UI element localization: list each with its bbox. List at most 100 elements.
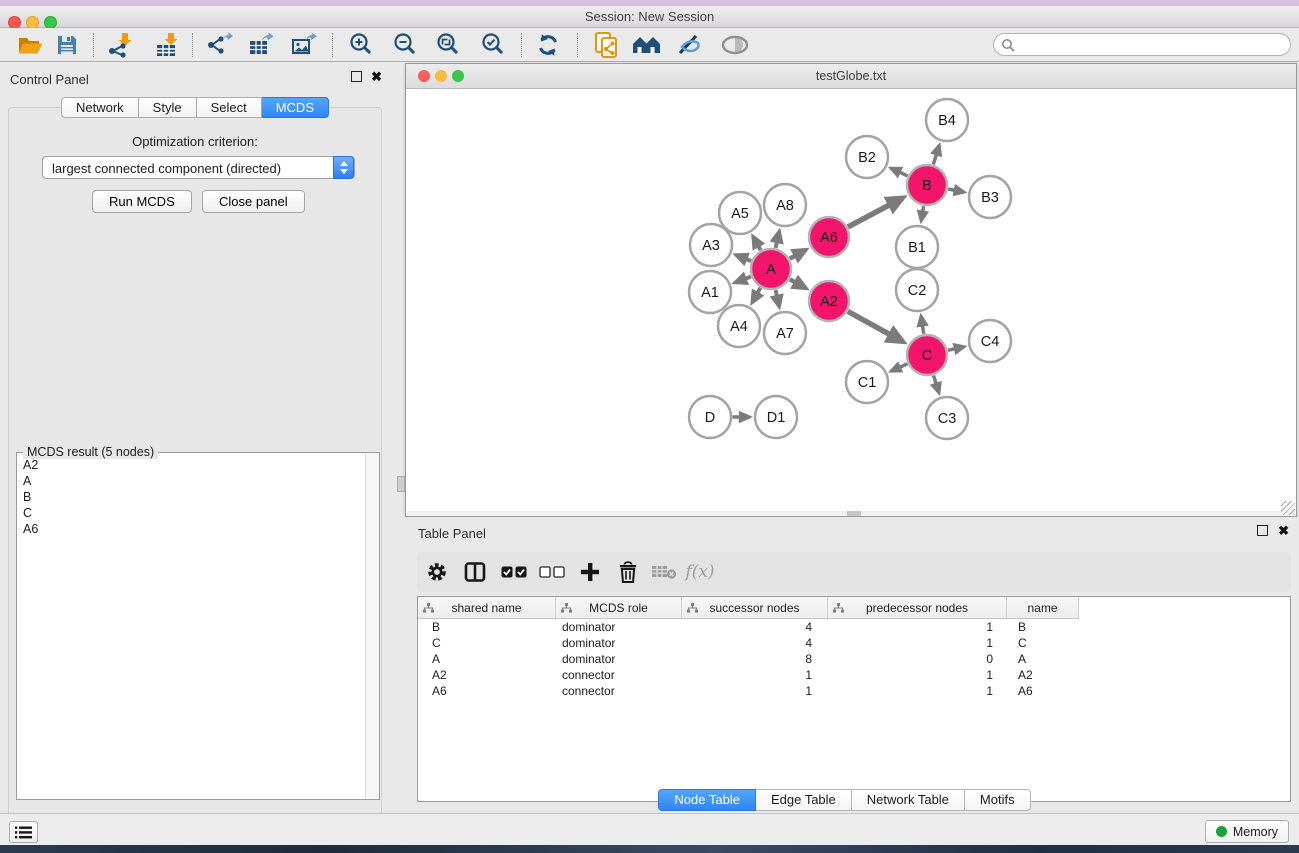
graph-edge-A-A1[interactable]: [735, 277, 751, 283]
graph-node-B2[interactable]: B2: [846, 136, 888, 178]
table-row[interactable]: A2connector11A2: [418, 668, 1290, 684]
table-cell[interactable]: A2: [1005, 668, 1077, 684]
table-cell[interactable]: C: [418, 636, 555, 652]
graph-node-C1[interactable]: C1: [846, 361, 888, 403]
graph-node-A1[interactable]: A1: [689, 271, 731, 313]
graph-edge-B-B4[interactable]: [933, 145, 939, 164]
table-cell[interactable]: A6: [418, 684, 555, 700]
open-file-icon[interactable]: [13, 31, 47, 59]
table-cell[interactable]: B: [418, 620, 555, 636]
table-cell[interactable]: connector: [555, 684, 680, 700]
network-vertical-scroll-thumb[interactable]: [397, 476, 405, 492]
tab-mcds[interactable]: MCDS: [262, 97, 329, 118]
result-item[interactable]: C: [17, 505, 361, 521]
column-header-shared-name[interactable]: shared name: [418, 597, 556, 619]
zoom-selected-icon[interactable]: [476, 31, 510, 59]
close-panel-button[interactable]: Close panel: [202, 190, 305, 213]
new-network-from-selection-icon[interactable]: [590, 31, 624, 59]
delete-column-icon[interactable]: [613, 558, 643, 586]
mcds-result-list[interactable]: A2ABCA6: [17, 457, 361, 795]
network-horizontal-scrollbar[interactable]: [407, 511, 1295, 516]
graph-node-A3[interactable]: A3: [690, 224, 732, 266]
graph-node-B4[interactable]: B4: [926, 99, 968, 141]
graph-node-A5[interactable]: A5: [719, 192, 761, 234]
graph-node-A8[interactable]: A8: [764, 184, 806, 226]
graph-edge-A-A2[interactable]: [790, 279, 806, 288]
graph-edge-C-C1[interactable]: [891, 364, 907, 371]
export-image-icon[interactable]: [287, 31, 321, 59]
table-cell[interactable]: 1: [826, 668, 1005, 684]
result-item[interactable]: A: [17, 473, 361, 489]
add-column-icon[interactable]: [575, 558, 605, 586]
table-cell[interactable]: 1: [826, 636, 1005, 652]
zoom-in-icon[interactable]: [344, 31, 378, 59]
window-resize-grip[interactable]: [1281, 501, 1295, 515]
graph-node-D[interactable]: D: [689, 396, 731, 438]
tab-node-table[interactable]: Node Table: [658, 789, 756, 811]
graph-node-A4[interactable]: A4: [718, 305, 760, 347]
zoom-out-icon[interactable]: [388, 31, 422, 59]
tab-edge-table[interactable]: Edge Table: [756, 789, 852, 811]
graph-edge-A-A3[interactable]: [736, 255, 751, 261]
tab-select[interactable]: Select: [197, 97, 262, 118]
first-neighbors-icon[interactable]: [630, 31, 664, 59]
graph-edge-B-B1[interactable]: [921, 206, 923, 221]
tab-motifs[interactable]: Motifs: [965, 789, 1031, 811]
zoom-fit-icon[interactable]: [431, 31, 465, 59]
graph-edge-A-A4[interactable]: [752, 288, 760, 303]
column-header-name[interactable]: name: [1007, 597, 1079, 619]
graph-node-B3[interactable]: B3: [969, 176, 1011, 218]
table-cell[interactable]: B: [1005, 620, 1077, 636]
column-header-predecessor-nodes[interactable]: predecessor nodes: [828, 597, 1007, 619]
graph-edge-B-B2[interactable]: [891, 168, 908, 176]
select-all-checkboxes-icon[interactable]: [499, 558, 529, 586]
import-network-icon[interactable]: [103, 31, 137, 59]
table-row[interactable]: A6connector11A6: [418, 684, 1290, 700]
graph-edge-C-C3[interactable]: [934, 375, 939, 392]
graph-node-C[interactable]: C: [907, 335, 947, 375]
tab-network[interactable]: Network: [61, 97, 139, 118]
table-cell[interactable]: 0: [826, 652, 1005, 668]
graph-edge-C-C2[interactable]: [921, 316, 924, 334]
table-row[interactable]: Bdominator41B: [418, 620, 1290, 636]
table-cell[interactable]: A: [1005, 652, 1077, 668]
task-history-button[interactable]: [9, 821, 38, 843]
result-item[interactable]: A6: [17, 521, 361, 537]
result-scrollbar[interactable]: [365, 453, 379, 799]
close-table-panel-icon[interactable]: ✖: [1278, 525, 1289, 536]
float-table-panel-icon[interactable]: [1257, 525, 1268, 536]
table-cell[interactable]: 4: [680, 636, 826, 652]
graph-edge-A2-C[interactable]: [848, 311, 903, 341]
graph-edge-A-A6[interactable]: [790, 250, 806, 259]
refresh-icon[interactable]: [531, 31, 565, 59]
export-network-icon[interactable]: [202, 31, 236, 59]
table-cell[interactable]: dominator: [555, 620, 680, 636]
export-table-icon[interactable]: [244, 31, 278, 59]
graph-node-C3[interactable]: C3: [926, 397, 968, 439]
graph-node-A6[interactable]: A6: [809, 217, 849, 257]
table-cell[interactable]: 1: [826, 684, 1005, 700]
column-layout-icon[interactable]: [460, 558, 490, 586]
hide-selected-icon[interactable]: [673, 31, 707, 59]
network-canvas[interactable]: B4B2BB3B1A5A8A6A3AA1C2A4A7A2C4CC1C3DD1: [406, 89, 1296, 516]
graph-edge-C-C4[interactable]: [948, 347, 964, 351]
network-window-titlebar[interactable]: testGlobe.txt: [406, 64, 1296, 89]
node-table[interactable]: shared nameMCDS rolesuccessor nodesprede…: [417, 596, 1291, 802]
table-cell[interactable]: A2: [418, 668, 555, 684]
graph-node-B1[interactable]: B1: [896, 226, 938, 268]
graph-node-A2[interactable]: A2: [809, 281, 849, 321]
result-item[interactable]: B: [17, 489, 361, 505]
search-input[interactable]: [1018, 35, 1284, 54]
tab-network-table[interactable]: Network Table: [852, 789, 965, 811]
float-panel-icon[interactable]: [351, 71, 362, 82]
tab-style[interactable]: Style: [139, 97, 197, 118]
graph-edge-A-A5[interactable]: [753, 237, 761, 251]
graph-edge-A6-B[interactable]: [848, 198, 903, 227]
table-cell[interactable]: A6: [1005, 684, 1077, 700]
table-cell[interactable]: C: [1005, 636, 1077, 652]
table-cell[interactable]: A: [418, 652, 555, 668]
graph-edge-B-B3[interactable]: [948, 189, 964, 192]
graph-node-A[interactable]: A: [751, 249, 791, 289]
graph-node-B[interactable]: B: [907, 165, 947, 205]
graph-node-C4[interactable]: C4: [969, 320, 1011, 362]
